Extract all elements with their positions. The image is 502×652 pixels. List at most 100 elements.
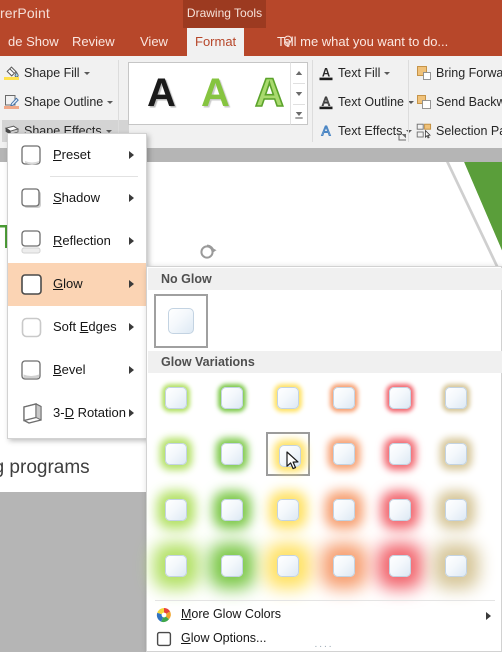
- glow-swatch-r4-c1[interactable]: [154, 544, 198, 588]
- tab-slide-show[interactable]: de Show: [0, 28, 67, 56]
- no-glow-swatch: [168, 308, 194, 334]
- glow-swatch-r4-c6[interactable]: [434, 544, 478, 588]
- shadow-icon: [21, 188, 41, 208]
- glow-swatch-shape: [277, 387, 299, 409]
- glow-options-icon: [156, 631, 172, 647]
- shape-fill-button[interactable]: Shape Fill: [2, 62, 90, 84]
- menu-item-label: Preset: [53, 147, 91, 162]
- selection-pane-button[interactable]: Selection Pa: [414, 120, 502, 142]
- wordart-gallery-scroll[interactable]: [290, 62, 308, 125]
- bring-forward-icon: [417, 66, 431, 80]
- shape-fill-label: Shape Fill: [24, 66, 80, 80]
- shape-outline-button[interactable]: Shape Outline: [2, 91, 114, 113]
- menu-item-label: Soft Edges: [53, 319, 117, 334]
- glow-swatch-r1-c2[interactable]: [210, 376, 254, 420]
- menu-item-label: Glow Options...: [181, 631, 267, 645]
- glow-swatch-r2-c6[interactable]: [434, 432, 478, 476]
- wordart-sample-2[interactable]: A: [201, 73, 230, 113]
- rotation-handle[interactable]: [198, 242, 218, 262]
- glow-swatch-r2-c5[interactable]: [378, 432, 422, 476]
- glow-submenu[interactable]: No Glow Glow Variations More Glow Colors…: [146, 266, 502, 652]
- menu-item-bevel[interactable]: Bevel: [8, 349, 146, 392]
- preset-icon: [21, 145, 41, 165]
- chevron-right-icon: [129, 409, 134, 417]
- chevron-right-icon: [129, 194, 134, 202]
- svg-text:A: A: [321, 124, 330, 139]
- glow-swatch-r2-c2[interactable]: [210, 432, 254, 476]
- glow-swatch-shape: [277, 499, 299, 521]
- glow-swatch-r3-c1[interactable]: [154, 488, 198, 532]
- glow-swatch-shape: [333, 387, 355, 409]
- color-wheel-icon: [156, 607, 171, 623]
- shape-outline-color-bar: [4, 106, 19, 109]
- glow-swatch-shape: [221, 555, 243, 577]
- glow-swatch-shape: [389, 499, 411, 521]
- glow-swatch-r3-c2[interactable]: [210, 488, 254, 532]
- glow-swatch-shape: [333, 555, 355, 577]
- menu-item-glow[interactable]: Glow: [8, 263, 146, 306]
- glow-swatch-r1-c3[interactable]: [266, 376, 310, 420]
- send-backward-button[interactable]: Send Backw: [414, 91, 502, 113]
- menu-item-preset[interactable]: Preset: [8, 134, 146, 177]
- menu-item-soft-edges[interactable]: Soft Edges: [8, 306, 146, 349]
- glow-swatch-r4-c4[interactable]: [322, 544, 366, 588]
- shape-outline-label: Shape Outline: [24, 95, 104, 109]
- gallery-scroll-up-button[interactable]: [291, 63, 307, 83]
- gallery-more-button[interactable]: [291, 105, 307, 125]
- menu-item-3d-rotation[interactable]: 3-D Rotation: [8, 392, 146, 435]
- glow-swatch-shape: [445, 387, 467, 409]
- slide-body-text[interactable]: eling programs: [0, 457, 90, 479]
- wordart-sample-3[interactable]: A: [254, 72, 284, 114]
- tab-format[interactable]: Format: [187, 28, 245, 56]
- chevron-down-icon[interactable]: [83, 72, 90, 76]
- chevron-down-icon[interactable]: [384, 72, 391, 76]
- glow-swatch-shape: [389, 443, 411, 465]
- tell-me-search[interactable]: Tell me what you want to do...: [277, 28, 448, 56]
- glow-swatch-r4-c2[interactable]: [210, 544, 254, 588]
- menu-item-label: More Glow Colors: [181, 607, 282, 621]
- svg-text:A: A: [322, 67, 330, 79]
- chevron-right-icon: [129, 151, 134, 159]
- selection-pane-icon: [416, 123, 432, 139]
- wordart-sample-1[interactable]: A: [147, 73, 176, 113]
- shape-effects-dropdown-menu[interactable]: Preset Shadow Reflection Glow Soft Edges: [7, 133, 147, 439]
- menu-item-label: Shadow: [53, 190, 100, 205]
- glow-swatch-shape: [221, 387, 243, 409]
- glow-swatch-shape: [333, 499, 355, 521]
- glow-swatch-r1-c5[interactable]: [378, 376, 422, 420]
- bring-forward-button[interactable]: Bring Forwa: [414, 62, 502, 84]
- glow-swatch-r4-c3[interactable]: [266, 544, 310, 588]
- glow-swatch-shape: [165, 499, 187, 521]
- menu-grip-handle[interactable]: ....: [314, 639, 333, 650]
- ribbon-divider: [118, 60, 119, 142]
- text-fill-button[interactable]: A Text Fill: [316, 62, 391, 84]
- glow-swatch-r1-c4[interactable]: [322, 376, 366, 420]
- glow-swatch-shape: [221, 499, 243, 521]
- glow-swatch-r2-c1[interactable]: [154, 432, 198, 476]
- glow-swatch-r3-c6[interactable]: [434, 488, 478, 532]
- glow-swatch-r3-c5[interactable]: [378, 488, 422, 532]
- glow-swatch-r1-c1[interactable]: [154, 376, 198, 420]
- chevron-down-icon[interactable]: [107, 101, 114, 105]
- glow-swatch-r1-c6[interactable]: [434, 376, 478, 420]
- glow-swatch-r2-c4[interactable]: [322, 432, 366, 476]
- chevron-right-icon: [486, 612, 491, 620]
- no-glow-thumbnail[interactable]: [154, 294, 208, 348]
- menu-item-more-glow-colors[interactable]: More Glow Colors: [148, 603, 502, 627]
- gallery-scroll-down-button[interactable]: [291, 84, 307, 104]
- send-backward-label: Send Backw: [436, 95, 502, 109]
- wordart-styles-gallery[interactable]: A A A: [128, 62, 308, 125]
- glow-swatch-r3-c3[interactable]: [266, 488, 310, 532]
- tab-review[interactable]: Review: [64, 28, 123, 56]
- wordart-dialog-launcher[interactable]: [398, 132, 407, 141]
- menu-item-reflection[interactable]: Reflection: [8, 220, 146, 263]
- chevron-right-icon: [129, 237, 134, 245]
- glow-swatch-r2-c3[interactable]: [266, 432, 310, 476]
- menu-item-shadow[interactable]: Shadow: [8, 177, 146, 220]
- glow-swatch-r3-c4[interactable]: [322, 488, 366, 532]
- glow-swatch-r4-c5[interactable]: [378, 544, 422, 588]
- tab-view[interactable]: View: [132, 28, 176, 56]
- glow-swatch-shape: [221, 443, 243, 465]
- title-bar: rerPoint Drawing Tools: [0, 0, 502, 28]
- text-outline-button[interactable]: A Text Outline: [316, 91, 415, 113]
